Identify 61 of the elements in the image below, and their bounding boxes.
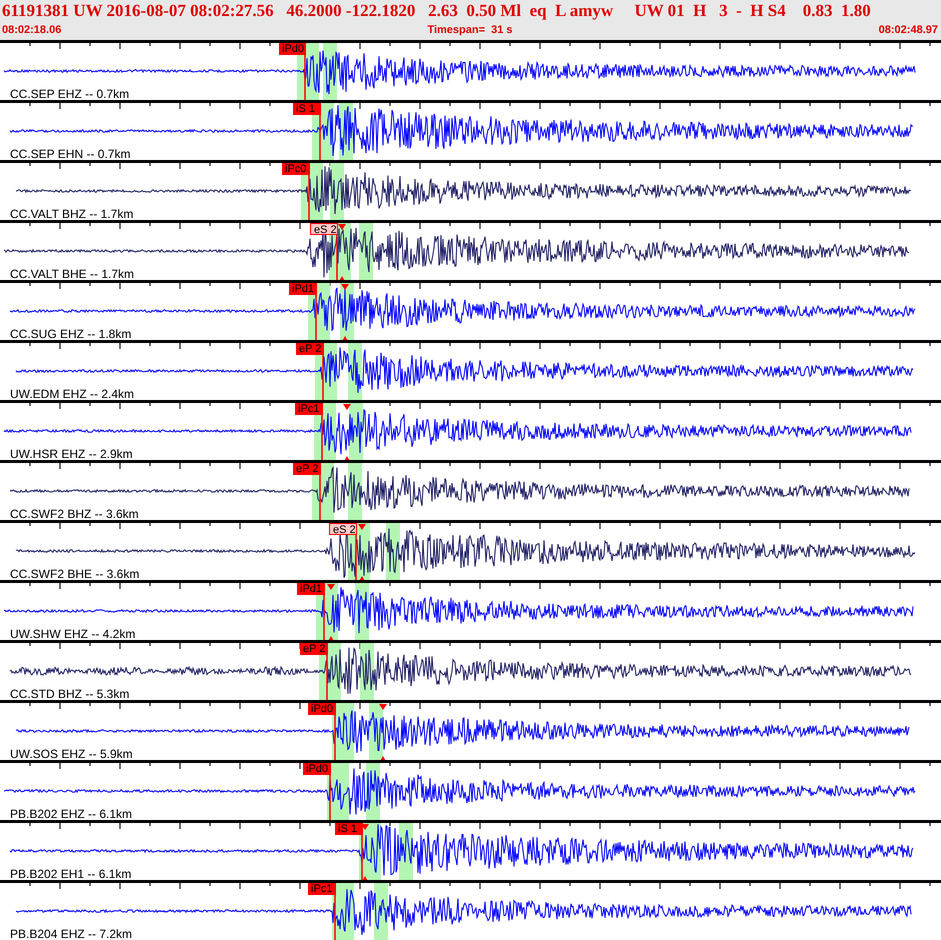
station-label: CC.SEP EHN -- 0.7km xyxy=(10,147,130,160)
marker-icon xyxy=(338,276,346,280)
pick-label[interactable]: eS 2 xyxy=(329,523,357,535)
station-label: UW.HSR EHZ -- 2.9km xyxy=(10,447,133,460)
pick-label[interactable]: eS 2 xyxy=(310,223,338,235)
timespan: Timespan= 31 s xyxy=(427,23,513,38)
station-label: CC.VALT BHE -- 1.7km xyxy=(10,267,134,280)
marker-icon xyxy=(341,284,349,290)
pick-label[interactable]: iPd0 xyxy=(279,43,306,55)
pick-line xyxy=(334,895,336,940)
pick-line xyxy=(336,235,338,280)
marker-icon xyxy=(327,636,335,640)
station-label: UW.SHW EHZ -- 4.2km xyxy=(10,627,136,640)
pick-label[interactable]: iPc1 xyxy=(308,883,336,895)
station-label: PB.B202 EH1 -- 6.1km xyxy=(10,867,132,880)
pick-label[interactable]: iPd1 xyxy=(297,583,325,595)
pick-line xyxy=(329,775,331,820)
station-label: UW.EDM EHZ -- 2.4km xyxy=(10,387,134,400)
station-label: PB.B202 EHZ -- 6.1km xyxy=(10,807,132,820)
station-label: CC.STD BHZ -- 5.3km xyxy=(10,687,130,700)
station-label: CC.VALT BHZ -- 1.7km xyxy=(10,207,134,220)
marker-icon xyxy=(341,336,349,340)
station-label: CC.SUG EHZ -- 1.8km xyxy=(10,327,132,340)
marker-icon xyxy=(358,524,366,530)
pick-line xyxy=(334,715,336,760)
pick-line xyxy=(304,55,306,100)
start-time: 08:02:18.06 xyxy=(2,23,62,38)
pick-label[interactable]: iPd0 xyxy=(303,763,331,775)
marker-icon xyxy=(358,576,366,580)
pick-label[interactable]: eP 2 xyxy=(296,343,324,355)
pick-label[interactable]: iPc1 xyxy=(295,403,323,415)
pick-label[interactable]: iS 1 xyxy=(293,103,321,115)
pick-label[interactable]: iPd0 xyxy=(308,703,336,715)
event-summary: 61191381 UW 2016-08-07 08:02:27.56 46.2000 -122.1820 2.63 0.50 Ml eq L amyw UW 01 H 3 - H S4 0.83 1.80 xyxy=(2,0,872,22)
pick-line xyxy=(308,175,310,220)
marker-icon xyxy=(327,584,335,590)
pick-label[interactable]: iPc0 xyxy=(282,163,310,175)
station-label: CC.SWF2 BHE -- 3.6km xyxy=(10,567,140,580)
pick-line xyxy=(361,835,363,880)
pick-label[interactable]: iPd1 xyxy=(289,283,317,295)
station-label: CC.SWF2 BHZ -- 3.6km xyxy=(10,507,139,520)
marker-icon xyxy=(361,876,369,880)
pick-line xyxy=(315,295,317,340)
pick-line xyxy=(319,475,321,520)
marker-icon xyxy=(343,404,351,410)
pick-label[interactable]: eP 2 xyxy=(300,643,328,655)
pick-line xyxy=(321,415,323,460)
station-label: UW.SOS EHZ -- 5.9km xyxy=(10,747,133,760)
pick-line xyxy=(326,655,328,700)
station-label: CC.SEP EHZ -- 0.7km xyxy=(10,87,130,100)
pick-label[interactable]: eP 2 xyxy=(293,463,321,475)
end-time: 08:02:48.97 xyxy=(878,23,938,38)
marker-icon xyxy=(338,224,346,230)
pick-line xyxy=(355,535,357,580)
pick-line xyxy=(319,115,321,160)
marker-icon xyxy=(343,456,351,460)
marker-icon xyxy=(379,756,387,760)
pick-line xyxy=(322,355,324,400)
station-label: PB.B204 EHZ -- 7.2km xyxy=(10,927,132,940)
marker-icon xyxy=(379,704,387,710)
pick-line xyxy=(323,595,325,640)
